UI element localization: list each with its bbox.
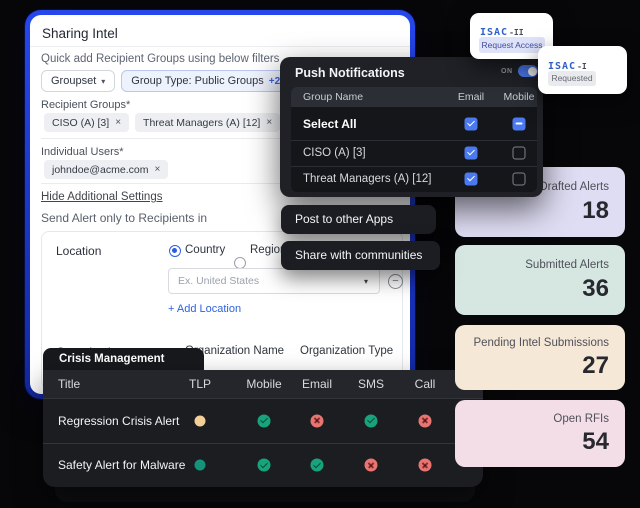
mobile-checkbox[interactable] — [513, 117, 526, 130]
table-row[interactable]: Safety Alert for Malware — [43, 443, 483, 487]
sms-status-icon — [365, 414, 378, 427]
tlp-dot — [195, 460, 206, 471]
filter-groupset[interactable]: Groupset ▾ — [41, 70, 115, 92]
tlp-dot — [195, 415, 206, 426]
stat-label: Submitted Alerts — [525, 259, 609, 271]
table-header: Title TLP Mobile Email SMS Call — [43, 370, 483, 398]
col-email: Email — [458, 87, 484, 107]
stat-label: Drafted Alerts — [539, 181, 609, 193]
isac-i-card: ISAC-I Requested — [538, 46, 627, 94]
close-icon[interactable]: × — [266, 117, 272, 128]
filter-group-type[interactable]: Group Type: Public Groups +2 ▾ — [121, 70, 299, 92]
radio-organization-type-label: Organization Type — [300, 345, 393, 357]
col-mobile: Mobile — [504, 87, 535, 107]
stat-label: Open RFIs — [553, 413, 609, 425]
col-call: Call — [415, 370, 436, 398]
call-status-icon — [419, 414, 432, 427]
individual-users-label: Individual Users* — [41, 146, 124, 158]
radio-country[interactable] — [169, 245, 181, 257]
divider — [30, 46, 410, 47]
stat-value: 27 — [582, 352, 609, 380]
col-group-name: Group Name — [303, 87, 363, 107]
push-row-select-all[interactable]: Select All — [291, 107, 537, 140]
stat-card-submitted-alerts[interactable]: Submitted Alerts 36 — [455, 245, 625, 315]
user-chip[interactable]: johndoe@acme.com × — [44, 160, 168, 179]
push-row-threat-managers[interactable]: Threat Managers (A) [12] — [291, 166, 537, 192]
col-tlp: TLP — [189, 370, 211, 398]
filter-count-badge: +2 — [269, 76, 280, 87]
mobile-checkbox[interactable] — [513, 173, 526, 186]
recipient-chip[interactable]: Threat Managers (A) [12] × — [135, 113, 280, 132]
stat-label: Pending Intel Submissions — [473, 337, 609, 349]
individual-user-chips: johndoe@acme.com × — [44, 160, 168, 179]
col-email: Email — [302, 370, 332, 398]
push-groups-table: Group Name Email Mobile Select All CISO … — [291, 87, 537, 192]
col-sms: SMS — [358, 370, 384, 398]
table-row[interactable]: Regression Crisis Alert — [43, 398, 483, 443]
stat-value: 54 — [582, 428, 609, 456]
table-header: Group Name Email Mobile — [291, 87, 537, 107]
stat-card-open-rfis[interactable]: Open RFIs 54 — [455, 400, 625, 467]
push-row-ciso[interactable]: CISO (A) [3] — [291, 140, 537, 166]
location-input[interactable] — [168, 268, 380, 294]
mobile-status-icon — [258, 459, 271, 472]
sms-status-icon — [365, 459, 378, 472]
radio-country-label: Country — [185, 244, 225, 256]
push-notifications-toggle[interactable] — [518, 65, 538, 77]
col-mobile: Mobile — [246, 370, 281, 398]
hide-additional-settings-link[interactable]: Hide Additional Settings — [41, 191, 162, 203]
stat-value: 36 — [582, 275, 609, 303]
add-location-link[interactable]: + Add Location — [168, 303, 241, 315]
chevron-down-icon[interactable]: ▾ — [364, 277, 368, 286]
request-access-button[interactable]: Request Access — [479, 37, 545, 53]
post-to-other-apps-button[interactable]: Post to other Apps — [281, 205, 436, 234]
chevron-down-icon: ▾ — [101, 77, 105, 86]
screen: Sharing Intel Quick add Recipient Groups… — [0, 0, 640, 508]
recipient-groups-label: Recipient Groups* — [41, 99, 130, 111]
close-icon[interactable]: × — [115, 117, 121, 128]
email-checkbox[interactable] — [465, 117, 478, 130]
email-status-icon — [311, 414, 324, 427]
send-alert-label: Send Alert only to Recipients in — [41, 211, 207, 225]
stat-card-pending-intel[interactable]: Pending Intel Submissions 27 — [455, 325, 625, 390]
col-title: Title — [58, 370, 80, 398]
recipient-chip[interactable]: CISO (A) [3] × — [44, 113, 129, 132]
location-label: Location — [56, 244, 101, 258]
email-checkbox[interactable] — [465, 173, 478, 186]
push-notifications-title: Push Notifications — [295, 66, 405, 80]
requested-button[interactable]: Requested — [548, 71, 596, 86]
remove-location-button[interactable]: − — [388, 274, 403, 289]
call-status-icon — [419, 459, 432, 472]
panel-title: Sharing Intel — [42, 26, 118, 41]
mobile-checkbox[interactable] — [513, 147, 526, 160]
share-with-communities-button[interactable]: Share with communities — [281, 241, 440, 270]
push-notifications-panel: Push Notifications ON Group Name Email M… — [280, 57, 543, 197]
close-icon[interactable]: × — [154, 164, 160, 175]
quick-add-label: Quick add Recipient Groups using below f… — [41, 53, 279, 65]
stat-value: 18 — [582, 197, 609, 225]
crisis-templates-tab[interactable]: Crisis Management Templates — [43, 348, 204, 371]
toggle-state-label: ON — [501, 68, 513, 75]
mobile-status-icon — [258, 414, 271, 427]
email-status-icon — [311, 459, 324, 472]
email-checkbox[interactable] — [465, 147, 478, 160]
crisis-templates-table: Title TLP Mobile Email SMS Call Regressi… — [43, 370, 483, 487]
